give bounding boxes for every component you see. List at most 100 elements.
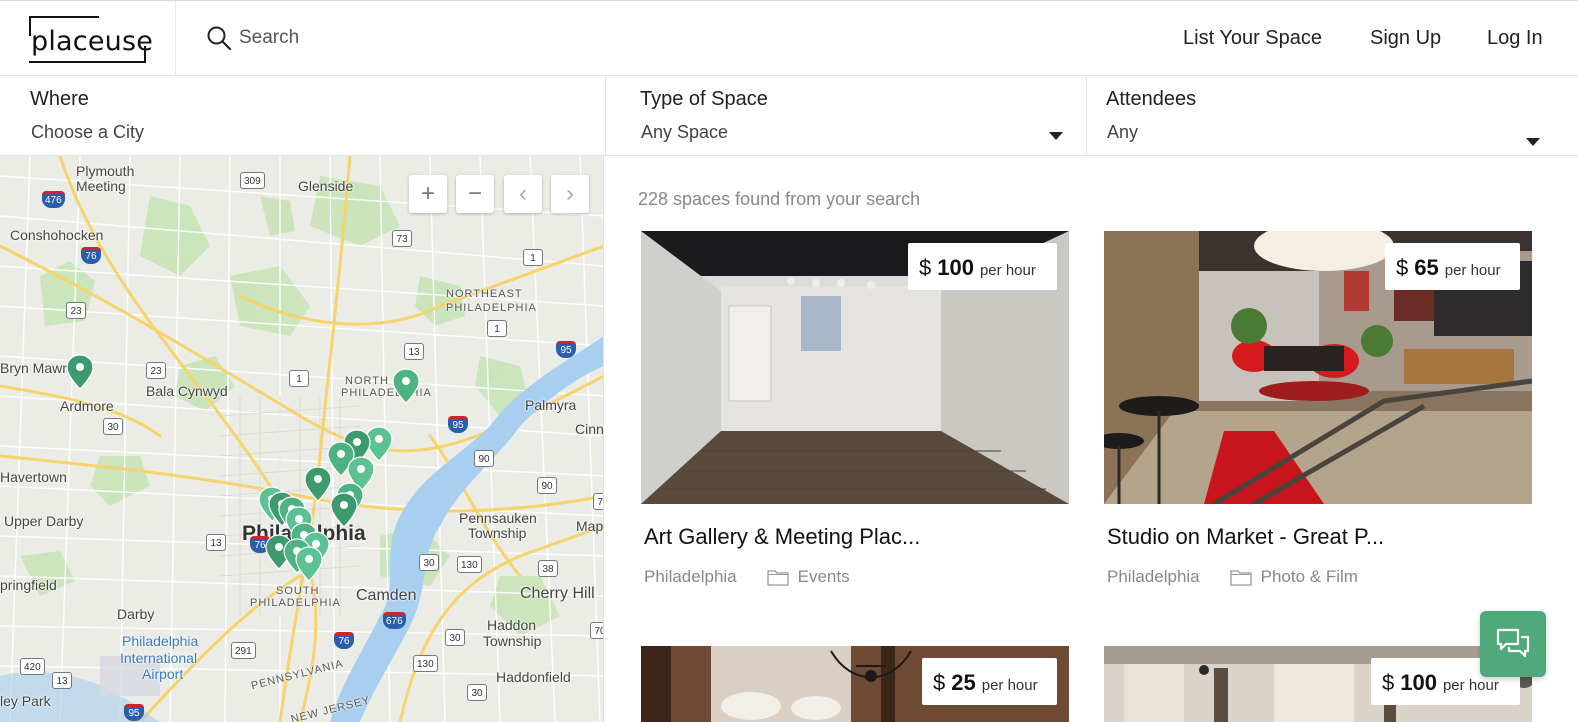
map-pin-icon[interactable] xyxy=(66,354,94,390)
map-label-plymouth-meeting: Plymouth Meeting xyxy=(76,163,135,194)
map-label-ley-park: ley Park xyxy=(0,693,51,709)
zoom-in-button[interactable]: + xyxy=(409,175,447,213)
highway-shield: 70 xyxy=(590,622,603,639)
list-your-space-link[interactable]: List Your Space xyxy=(1183,27,1322,50)
placeuse-logo[interactable]: placeuse xyxy=(29,16,153,64)
map-label-cinn: Cinn xyxy=(575,421,604,437)
logo-frame-right xyxy=(144,46,146,63)
map-pin-icon[interactable] xyxy=(330,492,358,528)
price-unit: per hour xyxy=(1444,262,1501,279)
map-label-south: SOUTH xyxy=(276,585,320,597)
highway-shield: 73 xyxy=(593,493,603,510)
chat-button[interactable] xyxy=(1480,611,1546,677)
price-unit: per hour xyxy=(979,262,1036,279)
map-label-northeast: NORTHEAST xyxy=(446,288,523,300)
logo-frame-top xyxy=(29,16,99,18)
sign-up-link[interactable]: Sign Up xyxy=(1370,27,1441,50)
highway-shield: 13 xyxy=(206,534,226,551)
search-bar[interactable] xyxy=(206,25,539,51)
search-icon[interactable] xyxy=(206,25,232,51)
highway-shield: 13 xyxy=(404,343,424,360)
map-label-pennsauken: Pennsauken xyxy=(459,510,537,526)
space-type-select[interactable]: Any Space xyxy=(641,122,728,143)
highway-shield: 30 xyxy=(419,554,439,571)
map-label-bryn-mawr: Bryn Mawr xyxy=(0,360,67,376)
map-label-phl: Philadelphia xyxy=(122,633,199,649)
map-label-darby: Darby xyxy=(117,606,155,622)
highway-shield: 76 xyxy=(81,247,101,264)
map-label-palmyra: Palmyra xyxy=(525,397,577,413)
listing-city: Philadelphia xyxy=(1107,567,1200,586)
price-unit: per hour xyxy=(981,677,1038,694)
price-badge: $ 65 per hour xyxy=(1385,243,1520,290)
highway-shield: 676 xyxy=(383,612,406,629)
where-filter[interactable]: Where Choose a City xyxy=(0,76,606,155)
map-label-upper-darby: Upper Darby xyxy=(4,513,84,529)
map-pin-icon[interactable] xyxy=(392,368,420,404)
listing-meta: Philadelphia Photo & Film xyxy=(1107,567,1358,587)
price-unit: per hour xyxy=(1442,677,1499,694)
caret-down-icon[interactable] xyxy=(1526,138,1540,146)
highway-shield: 1 xyxy=(289,370,309,387)
highway-shield: 76 xyxy=(334,632,354,649)
top-header: placeuse List Your Space Sign Up Log In xyxy=(0,0,1578,76)
results-count: 228 spaces found from your search xyxy=(638,189,921,209)
listing-photo[interactable]: $ 100 per hour xyxy=(641,231,1069,504)
highway-shield: 1 xyxy=(523,249,543,266)
logo-frame-bottom xyxy=(29,61,145,63)
highway-shield: 130 xyxy=(413,655,438,672)
map-label-philadelphia-ne: PHILADELPHIA xyxy=(446,302,537,314)
highway-shield: 95 xyxy=(556,341,576,358)
listing-category: Events xyxy=(797,567,850,586)
map-label-international: International xyxy=(120,650,198,666)
map-label-map: Map xyxy=(576,518,604,534)
map-next-button[interactable]: › xyxy=(551,175,589,213)
price-currency: $ xyxy=(1382,670,1395,695)
listing-city: Philadelphia xyxy=(644,567,737,586)
highway-shield: 95 xyxy=(124,704,144,721)
map-prev-button[interactable]: ‹ xyxy=(504,175,542,213)
price-currency: $ xyxy=(919,255,932,280)
highway-shield: 30 xyxy=(467,684,487,701)
map-label-philadelphia-s: PHILADELPHIA xyxy=(250,597,341,609)
price-amount: 65 xyxy=(1414,255,1439,280)
chat-icon xyxy=(1496,628,1530,658)
highway-shield: 73 xyxy=(392,230,412,247)
zoom-out-button[interactable]: − xyxy=(456,175,494,213)
highway-shield: 95 xyxy=(448,416,468,433)
logo-text: placeuse xyxy=(31,26,154,57)
highway-shield: 309 xyxy=(240,172,265,189)
attendees-label: Attendees xyxy=(1106,88,1197,110)
listing-photo[interactable]: $ 25 per hour xyxy=(641,646,1069,722)
map-pin-icon[interactable] xyxy=(295,546,323,582)
search-input[interactable] xyxy=(239,27,539,49)
highway-shield: 23 xyxy=(146,362,166,379)
city-select[interactable]: Choose a City xyxy=(31,122,144,143)
listing-photo[interactable]: $ 65 per hour xyxy=(1104,231,1532,504)
highway-shield: 130 xyxy=(457,556,482,573)
search-filters: Where Choose a City Type of Space Any Sp… xyxy=(0,76,1578,156)
highway-shield: 38 xyxy=(538,560,558,577)
map-pin-icon[interactable] xyxy=(304,466,332,502)
log-in-link[interactable]: Log In xyxy=(1487,27,1543,50)
price-badge: $ 25 per hour xyxy=(922,658,1057,705)
listing-title[interactable]: Studio on Market - Great P... xyxy=(1107,524,1384,550)
map-label-conshohocken: Conshohocken xyxy=(10,227,104,243)
folder-icon xyxy=(766,569,789,586)
space-type-filter[interactable]: Type of Space Any Space xyxy=(606,76,1087,155)
where-label: Where xyxy=(30,88,89,110)
attendees-select[interactable]: Any xyxy=(1107,122,1138,143)
caret-down-icon[interactable] xyxy=(1049,132,1063,140)
folder-icon xyxy=(1229,569,1252,586)
results-map[interactable]: Plymouth Meeting Glenside Conshohocken N… xyxy=(0,156,604,722)
listing-title[interactable]: Art Gallery & Meeting Plac... xyxy=(644,524,920,550)
price-currency: $ xyxy=(933,670,946,695)
highway-shield: 476 xyxy=(42,191,65,208)
highway-shield: 30 xyxy=(445,629,465,646)
logo-container[interactable]: placeuse xyxy=(0,1,176,76)
space-type-label: Type of Space xyxy=(640,88,768,110)
listing-photo[interactable]: $ 100 per hour xyxy=(1104,646,1532,722)
attendees-filter[interactable]: Attendees Any xyxy=(1087,76,1578,155)
highway-shield: 90 xyxy=(537,477,557,494)
map-label-springfield: pringfield xyxy=(0,577,57,593)
